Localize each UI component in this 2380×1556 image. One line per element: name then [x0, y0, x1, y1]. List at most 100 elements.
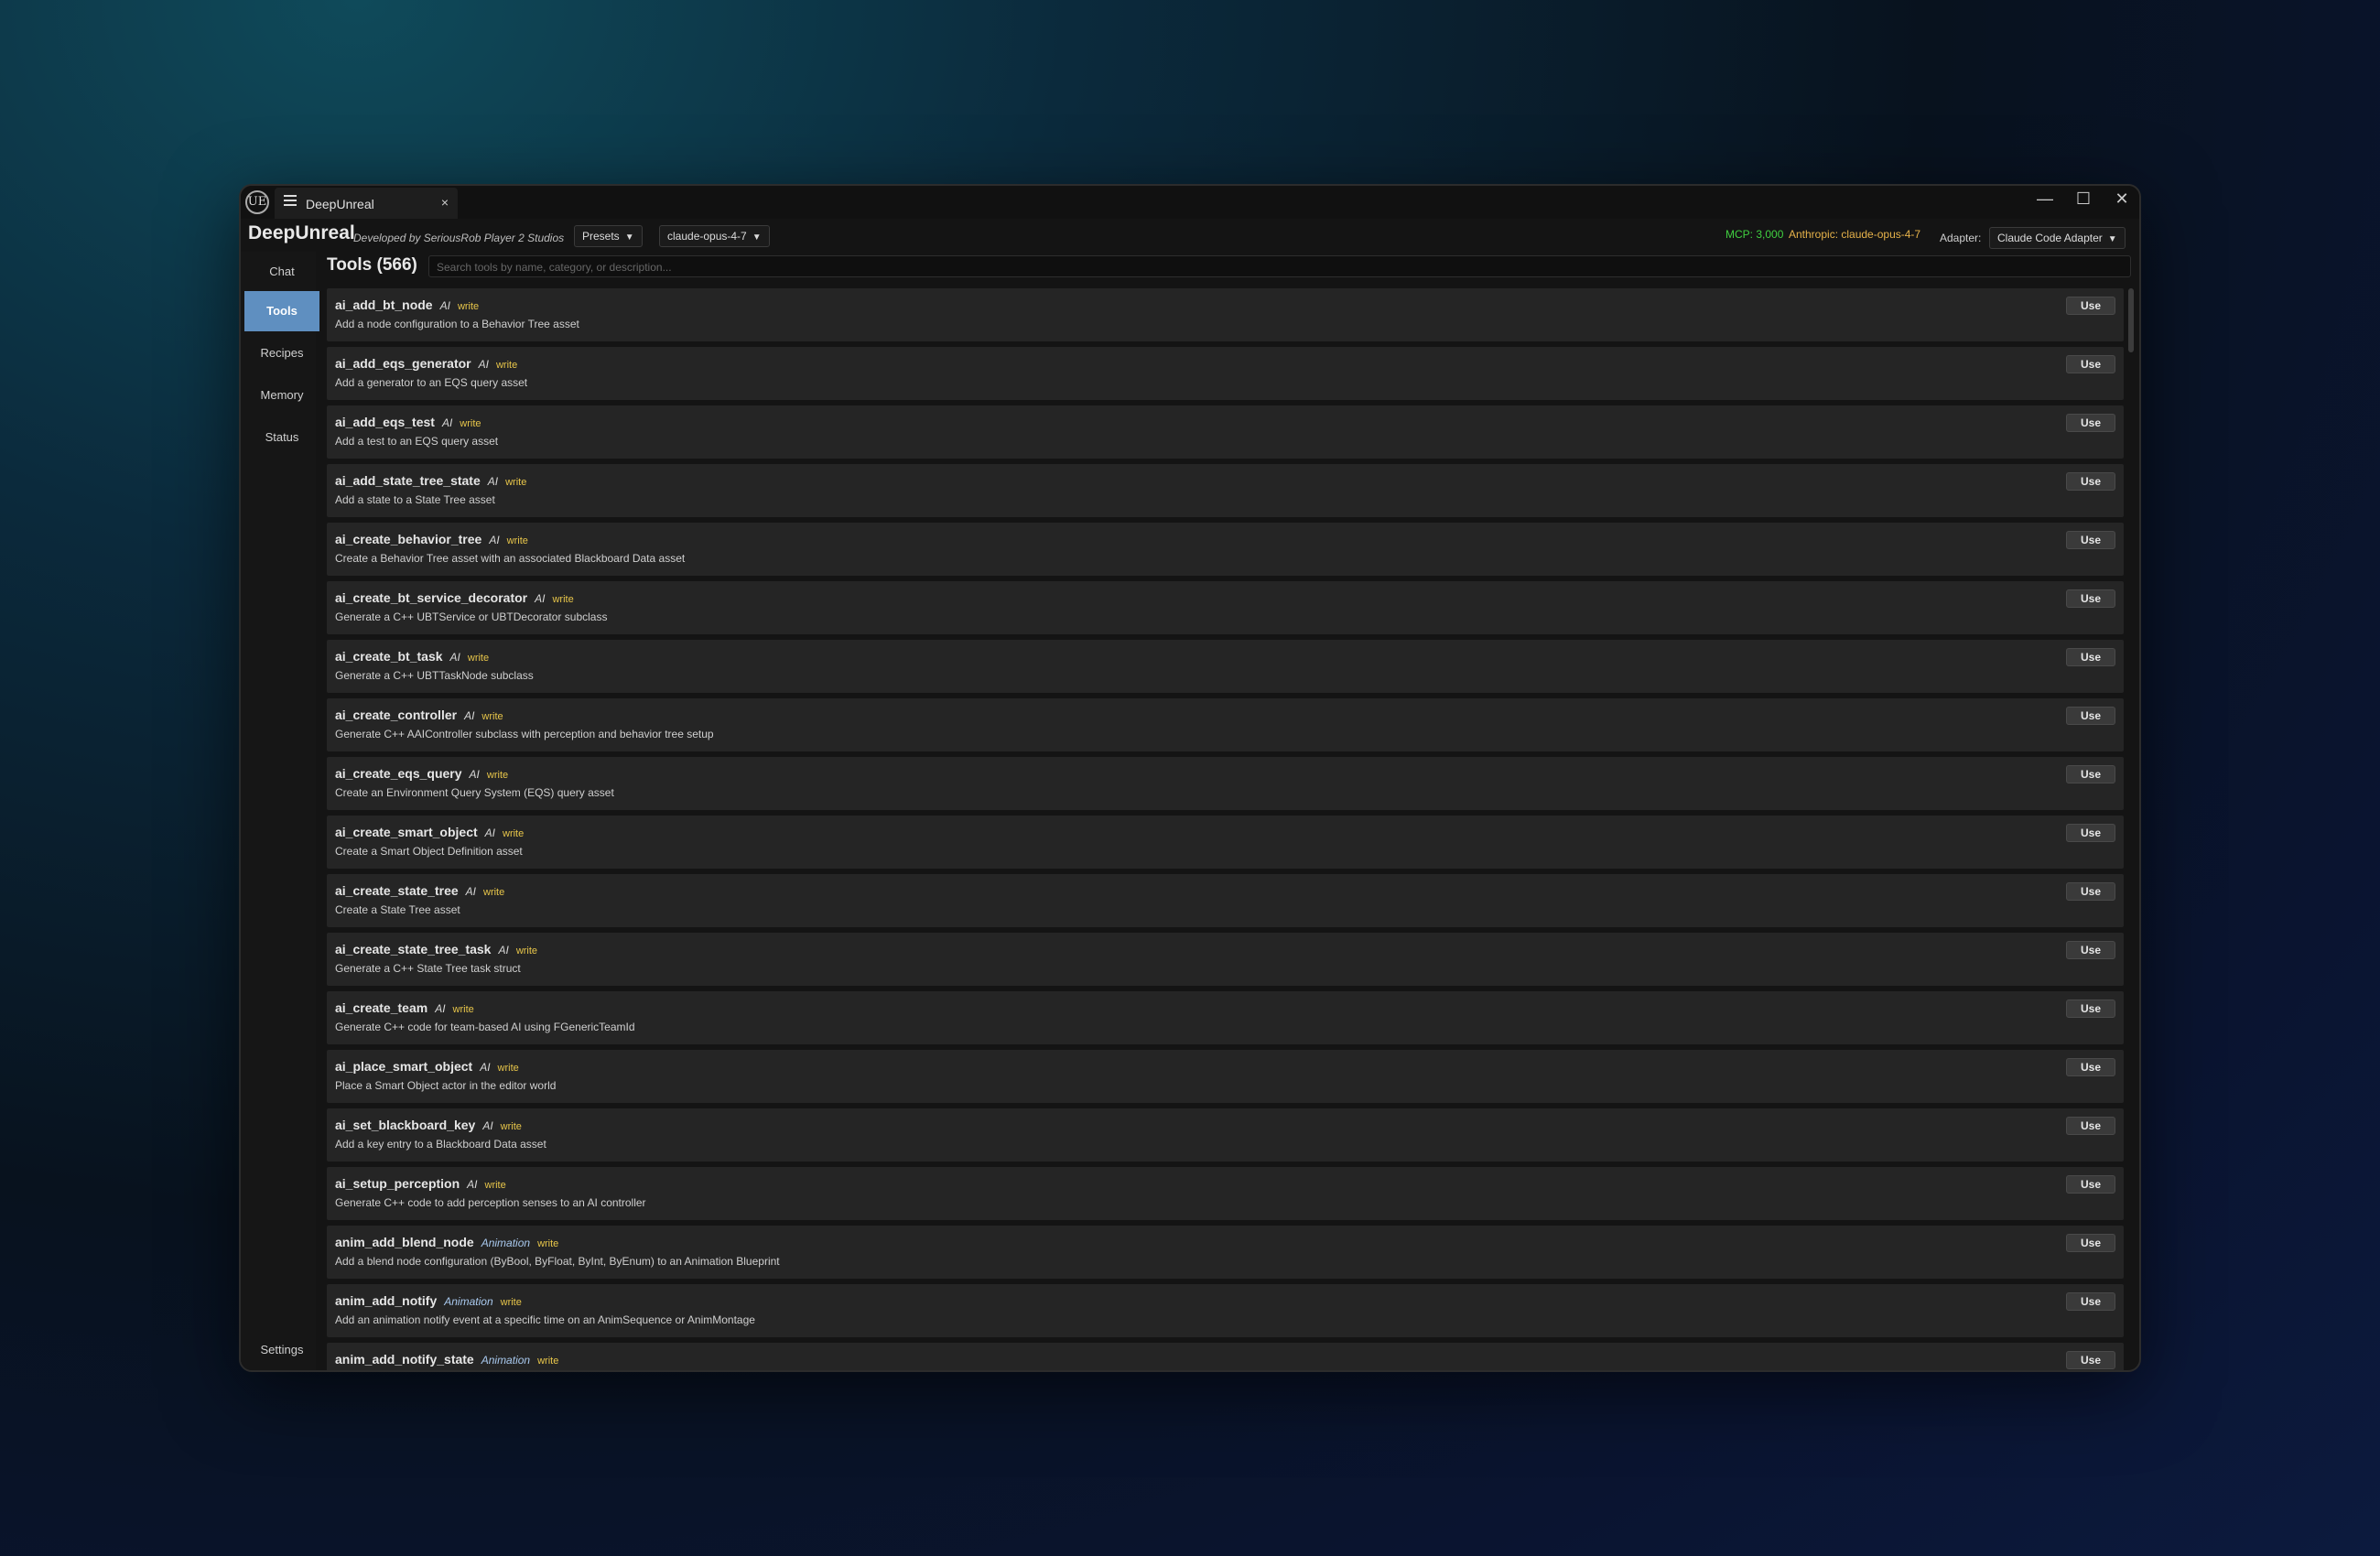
app-header: DeepUnreal Developed by SeriousRob Playe…	[241, 219, 2139, 252]
unreal-logo-icon: UE	[245, 190, 269, 214]
use-button[interactable]: Use	[2066, 1000, 2115, 1018]
tool-permission-badge: write	[486, 770, 509, 781]
tool-name: anim_add_notify_state Animation write	[335, 1352, 558, 1367]
tools-panel: Tools (566) Search tools by name, catego…	[323, 252, 2136, 1370]
tool-category: AI	[489, 534, 500, 546]
search-input[interactable]: Search tools by name, category, or descr…	[428, 255, 2131, 277]
use-button[interactable]: Use	[2066, 355, 2115, 373]
tool-description: Place a Smart Object actor in the editor…	[335, 1079, 557, 1092]
tool-name: ai_create_smart_object AI write	[335, 825, 524, 839]
use-button[interactable]: Use	[2066, 648, 2115, 666]
table-row: ai_create_bt_task AI write Generate a C++ U…	[327, 640, 2124, 693]
use-button[interactable]: Use	[2066, 472, 2115, 491]
tool-description: Add a test to an EQS query asset	[335, 435, 499, 448]
tool-name: ai_create_bt_task AI write	[335, 649, 489, 664]
use-button[interactable]: Use	[2066, 414, 2115, 432]
sidebar-item-recipes[interactable]: Recipes	[244, 333, 319, 373]
page-title: Tools (566)	[327, 255, 417, 275]
tool-description: Generate C++ AAIController subclass with…	[335, 728, 714, 740]
sidebar-item-chat[interactable]: Chat	[244, 252, 319, 292]
close-icon[interactable]: ✕	[2108, 189, 2136, 209]
tool-category: AI	[480, 1061, 491, 1074]
sidebar-item-settings[interactable]: Settings	[244, 1330, 319, 1370]
table-row: ai_create_state_tree_task AI write Generate…	[327, 933, 2124, 986]
model-label: claude-opus-4-7	[667, 230, 747, 243]
use-button[interactable]: Use	[2066, 765, 2115, 783]
tool-permission-badge: write	[497, 1063, 519, 1074]
tool-description: Create a Behavior Tree asset with an ass…	[335, 552, 686, 565]
tool-permission-badge: write	[537, 1356, 559, 1367]
tool-description: Create an Environment Query System (EQS)…	[335, 786, 614, 799]
tool-description: Create a Smart Object Definition asset	[335, 845, 523, 858]
tab-deepunreal[interactable]: DeepUnreal ×	[275, 188, 458, 219]
tool-permission-badge: write	[467, 653, 490, 664]
tool-name-text: ai_create_state_tree_task	[335, 942, 492, 956]
tab-close-icon[interactable]: ×	[441, 195, 449, 210]
sidebar-item-tools[interactable]: Tools	[244, 291, 319, 331]
use-button[interactable]: Use	[2066, 882, 2115, 901]
chevron-down-icon: ▼	[752, 232, 762, 243]
use-button[interactable]: Use	[2066, 1058, 2115, 1076]
tool-list: ai_add_bt_node AI write Add a node configur…	[327, 288, 2124, 1370]
tool-category: AI	[535, 592, 546, 605]
anthropic-status: Anthropic: claude-opus-4-7	[1789, 228, 1921, 241]
table-row: ai_set_blackboard_key AI write Add a key en…	[327, 1108, 2124, 1162]
use-button[interactable]: Use	[2066, 1234, 2115, 1252]
tool-name: ai_place_smart_object AI write	[335, 1059, 519, 1074]
tool-name: ai_create_eqs_query AI write	[335, 766, 508, 781]
tool-name: anim_add_blend_node Animation write	[335, 1235, 558, 1249]
use-button[interactable]: Use	[2066, 297, 2115, 315]
tool-category: Animation	[444, 1295, 493, 1308]
chevron-down-icon: ▼	[624, 232, 634, 243]
tool-permission-badge: write	[484, 1180, 506, 1191]
tool-permission-badge: write	[500, 1297, 522, 1308]
use-button[interactable]: Use	[2066, 707, 2115, 725]
tool-permission-badge: write	[503, 828, 525, 839]
tool-category: AI	[439, 299, 450, 312]
maximize-icon[interactable]: ☐	[2070, 189, 2097, 209]
table-row: ai_create_smart_object AI write Create a Sm…	[327, 816, 2124, 869]
use-button[interactable]: Use	[2066, 531, 2115, 549]
adapter-dropdown[interactable]: Claude Code Adapter ▼	[1989, 227, 2126, 249]
tool-name-text: ai_create_bt_task	[335, 649, 443, 664]
tool-name-text: anim_add_blend_node	[335, 1235, 474, 1249]
title-bar: UE DeepUnreal × — ☐ ✕	[241, 186, 2139, 219]
scrollbar-thumb[interactable]	[2128, 288, 2134, 352]
tool-category: Animation	[481, 1354, 531, 1367]
model-dropdown[interactable]: claude-opus-4-7 ▼	[659, 225, 770, 247]
use-button[interactable]: Use	[2066, 1117, 2115, 1135]
minimize-icon[interactable]: —	[2031, 189, 2059, 209]
tool-description: Generate C++ code to add perception sens…	[335, 1196, 646, 1209]
tool-name: anim_add_notify Animation write	[335, 1293, 522, 1308]
use-button[interactable]: Use	[2066, 1351, 2115, 1369]
tool-category: AI	[465, 885, 476, 898]
use-button[interactable]: Use	[2066, 1292, 2115, 1311]
tool-name: ai_create_state_tree AI write	[335, 883, 504, 898]
table-row: ai_create_state_tree AI write Create a Stat…	[327, 874, 2124, 927]
use-button[interactable]: Use	[2066, 941, 2115, 959]
tool-category: AI	[484, 827, 495, 839]
tool-category: AI	[449, 651, 460, 664]
tool-name-text: ai_add_bt_node	[335, 297, 433, 312]
use-button[interactable]: Use	[2066, 824, 2115, 842]
use-button[interactable]: Use	[2066, 1175, 2115, 1194]
app-name: DeepUnreal	[248, 222, 355, 243]
sidebar-item-status[interactable]: Status	[244, 417, 319, 458]
tool-name-text: ai_create_controller	[335, 708, 458, 722]
tool-description: Generate a C++ State Tree task struct	[335, 962, 521, 975]
tool-description: Generate a C++ UBTService or UBTDecorato…	[335, 611, 608, 623]
tool-description: Create a State Tree asset	[335, 903, 460, 916]
app-window: UE DeepUnreal × — ☐ ✕ DeepUnreal Develop…	[239, 184, 2141, 1372]
table-row: ai_create_eqs_query AI write Create an Envi…	[327, 757, 2124, 810]
tool-name-text: ai_create_state_tree	[335, 883, 459, 898]
tool-category: AI	[487, 475, 499, 488]
tool-name: ai_setup_perception AI write	[335, 1176, 506, 1191]
table-row: ai_create_team AI write Generate C++ code f…	[327, 991, 2124, 1044]
presets-dropdown[interactable]: Presets ▼	[574, 225, 643, 247]
use-button[interactable]: Use	[2066, 589, 2115, 608]
table-row: anim_add_blend_node Animation write Add a b…	[327, 1226, 2124, 1279]
tool-category: AI	[467, 1178, 478, 1191]
tool-description: Add a node configuration to a Behavior T…	[335, 318, 579, 330]
tool-category: Animation	[481, 1237, 531, 1249]
sidebar-item-memory[interactable]: Memory	[244, 375, 319, 416]
